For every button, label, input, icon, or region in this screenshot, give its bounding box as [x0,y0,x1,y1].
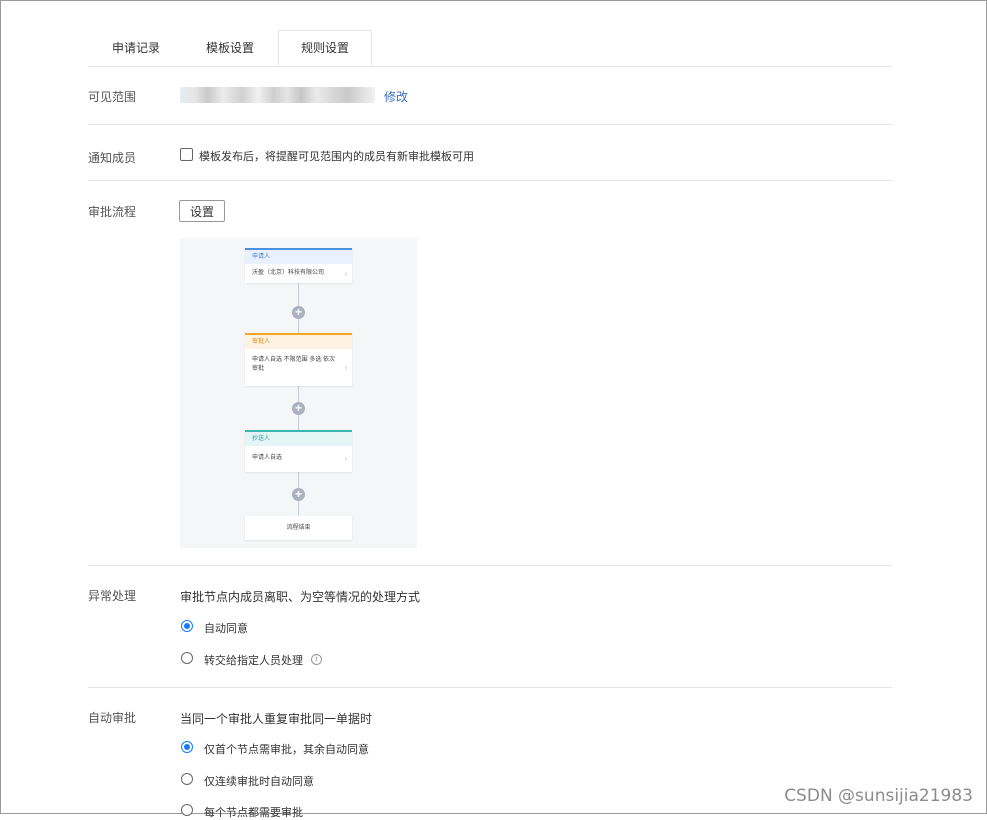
notify-members-checkbox[interactable] [180,148,193,161]
tab-rule-settings[interactable]: 规则设置 [278,30,372,66]
radio-first-node-only[interactable] [181,741,193,753]
applicant-node-title: 申请人 [245,248,352,264]
radio-auto-approve[interactable] [181,620,193,632]
flow-preview: 申请人 沃盈（北京）科技有限公司 › + 审批人 申请人自选 不限范围 多选 依… [180,238,417,548]
modify-scope-link[interactable]: 修改 [384,88,408,105]
radio-every-node[interactable] [181,804,193,816]
watermark: CSDN @sunsijia21983 [784,786,973,806]
exception-description: 审批节点内成员离职、为空等情况的处理方式 [180,590,421,604]
exception-handling-label: 异常处理 [88,589,137,603]
flow-end-node: 流程结束 [245,516,352,540]
option-auto-approve-label: 自动同意 [204,623,248,635]
auto-approval-label: 自动审批 [88,711,137,725]
applicant-node-body-wrap: 沃盈（北京）科技有限公司 › [245,264,352,283]
tab-bar: 申请记录 模板设置 规则设置 [88,30,892,67]
chevron-right-icon: › [344,268,347,278]
notify-members-label: 通知成员 [88,151,137,165]
notify-members-row: 通知成员 模板发布后，将提醒可见范围内的成员有新审批模板可用 [88,125,892,181]
auto-approval-row: 自动审批 当同一个审批人重复审批同一单据时 仅首个节点需审批，其余自动同意 仅连… [88,688,892,819]
visible-scope-label: 可见范围 [88,90,137,104]
approver-node-body-wrap: 申请人自选 不限范围 多选 依次审批 › [245,349,352,386]
info-icon[interactable]: i [311,654,322,665]
approval-flow-row: 审批流程 设置 申请人 沃盈（北京）科技有限公司 › + 审批人 申请人自选 不… [88,181,892,566]
option-first-node-only-label: 仅首个节点需审批，其余自动同意 [204,744,369,756]
approver-node[interactable]: 审批人 申请人自选 不限范围 多选 依次审批 › [245,333,352,386]
option-every-node-label: 每个节点都需要审批 [204,807,303,819]
add-node-plus-icon[interactable]: + [292,402,305,415]
approver-node-body: 申请人自选 不限范围 多选 依次审批 [252,357,336,372]
cc-node-body: 申请人自选 [252,455,283,461]
option-transfer-label: 转交给指定人员处理 [204,655,303,667]
flow-settings-button[interactable]: 设置 [179,200,225,222]
tab-template-settings[interactable]: 模板设置 [184,30,276,66]
chevron-right-icon: › [344,362,347,372]
radio-consecutive-auto[interactable] [181,773,193,785]
exception-handling-row: 异常处理 审批节点内成员离职、为空等情况的处理方式 自动同意 转交给指定人员处理… [88,566,892,688]
tab-application-records[interactable]: 申请记录 [88,30,184,66]
rule-settings-page: 申请记录 模板设置 规则设置 可见范围 修改 通知成员 模板发布后，将提醒可见范… [88,30,892,819]
visible-scope-row: 可见范围 修改 [88,67,892,125]
applicant-node-body: 沃盈（北京）科技有限公司 [252,270,325,276]
notify-members-text: 模板发布后，将提醒可见范围内的成员有新审批模板可用 [199,151,474,163]
add-node-plus-icon[interactable]: + [292,488,305,501]
cc-node-title: 抄送人 [245,430,352,446]
cc-node-body-wrap: 申请人自选 › [245,446,352,472]
visible-scope-value-blurred [180,87,375,103]
approval-flow-label: 审批流程 [88,205,137,219]
radio-transfer-to-designee[interactable] [181,652,193,664]
cc-node[interactable]: 抄送人 申请人自选 › [245,430,352,472]
auto-approval-description: 当同一个审批人重复审批同一单据时 [180,712,373,726]
approver-node-title: 审批人 [245,333,352,349]
chevron-right-icon: › [344,454,347,463]
applicant-node[interactable]: 申请人 沃盈（北京）科技有限公司 › [245,248,352,283]
add-node-plus-icon[interactable]: + [292,306,305,319]
option-consecutive-auto-label: 仅连续审批时自动同意 [204,776,314,788]
